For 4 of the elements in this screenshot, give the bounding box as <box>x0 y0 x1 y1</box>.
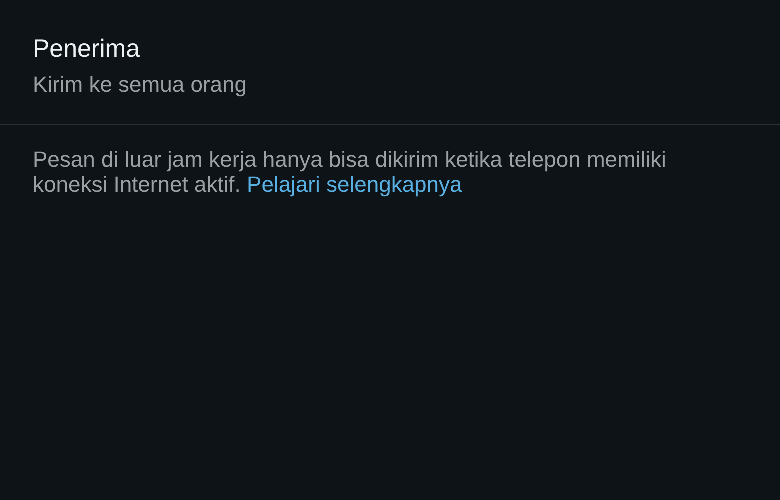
setting-title: Penerima <box>33 34 141 64</box>
info-paragraph: Pesan di luar jam kerja hanya bisa dikirim ketika telepon memiliki koneksi Internet aktif. Pelajari selengkapnya <box>33 147 668 197</box>
setting-value: Kirim ke semua orang <box>33 72 248 98</box>
learn-more-link[interactable]: Pelajari selengkapnya <box>247 172 462 197</box>
